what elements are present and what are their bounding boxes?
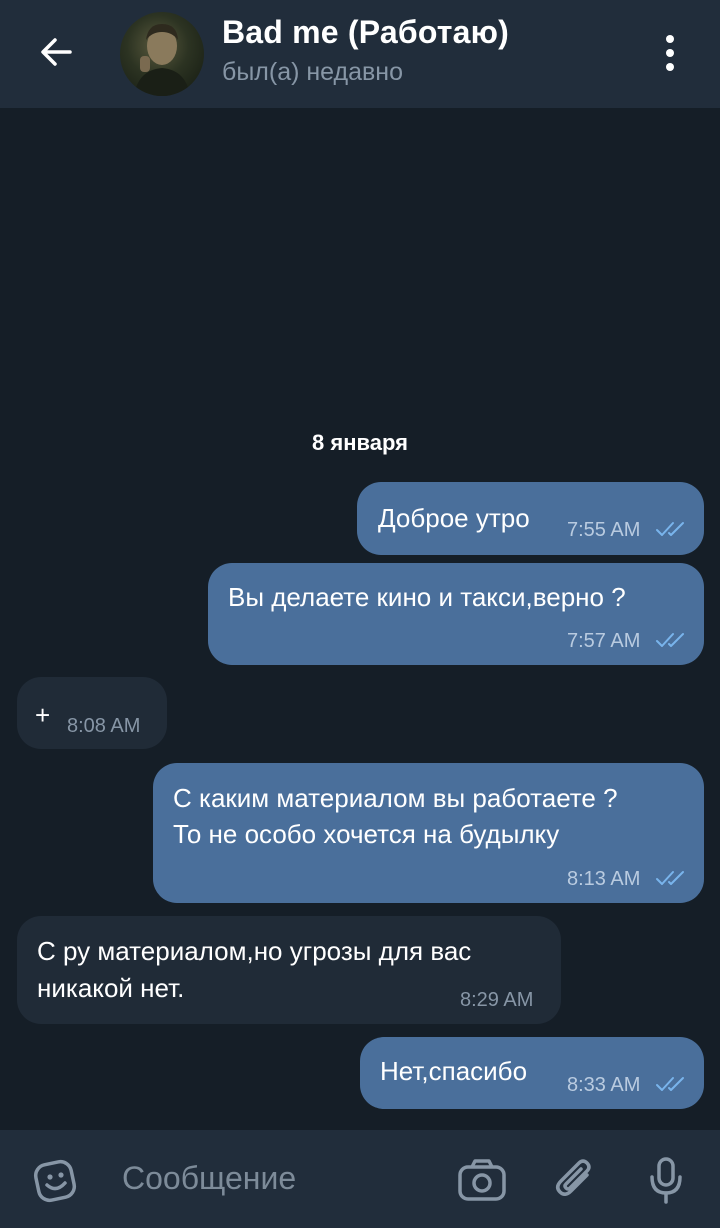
microphone-icon [650, 1157, 682, 1204]
camera-button[interactable] [454, 1154, 510, 1206]
message-input[interactable]: Сообщение [122, 1160, 296, 1197]
message-outgoing[interactable]: Доброе утро 7:55 AM [357, 482, 704, 555]
double-check-icon [656, 871, 684, 885]
date-divider: 8 января [312, 430, 408, 455]
arrow-left-icon [41, 38, 72, 66]
message-outgoing[interactable]: Вы делаете кино и такси,верно ? 7:57 AM [208, 563, 704, 665]
message-incoming[interactable]: + 8:08 AM [17, 677, 167, 749]
message-input-bar [0, 1130, 720, 1228]
message-text: никакой нет. [37, 973, 185, 1003]
message-time: 8:33 AM [567, 1074, 641, 1096]
message-time: 8:13 AM [567, 868, 641, 890]
chat-status: был(а) недавно [222, 58, 404, 86]
message-outgoing[interactable]: Нет,спасибо 8:33 AM [360, 1037, 704, 1109]
message-time: 7:57 AM [567, 630, 641, 652]
message-text: С ру материалом,но угрозы для вас [37, 936, 472, 966]
back-button[interactable] [24, 24, 88, 80]
message-text: То не особо хочется на будылку [173, 819, 560, 849]
more-menu-button[interactable] [648, 26, 692, 80]
microphone-button[interactable] [640, 1152, 692, 1208]
message-time: 8:29 AM [460, 989, 534, 1011]
double-check-icon [656, 522, 684, 536]
double-check-icon [656, 1077, 684, 1091]
camera-icon [458, 1159, 506, 1201]
double-check-icon [656, 633, 684, 647]
chat-header: Bad me (Работаю) был(а) недавно [0, 0, 720, 108]
avatar[interactable] [120, 12, 204, 96]
avatar-image [134, 24, 190, 96]
message-outgoing[interactable]: С каким материалом вы работаете ? То не … [153, 763, 704, 903]
message-time: 7:55 AM [567, 519, 641, 541]
message-text: С каким материалом вы работаете ? [173, 783, 618, 813]
more-vertical-icon [666, 35, 674, 71]
attach-button[interactable] [548, 1152, 604, 1208]
message-text: Вы делаете кино и такси,верно ? [228, 582, 626, 612]
message-text: Доброе утро [378, 503, 530, 533]
message-text: Нет,спасибо [380, 1056, 528, 1086]
message-incoming[interactable]: С ру материалом,но угрозы для вас никако… [17, 916, 561, 1024]
emoji-icon [33, 1159, 77, 1203]
message-time: 8:08 AM [67, 715, 141, 737]
attach-icon [556, 1159, 591, 1196]
emoji-button[interactable] [28, 1152, 84, 1208]
chat-title[interactable]: Bad me (Работаю) [222, 14, 509, 51]
message-text: + [35, 700, 51, 730]
